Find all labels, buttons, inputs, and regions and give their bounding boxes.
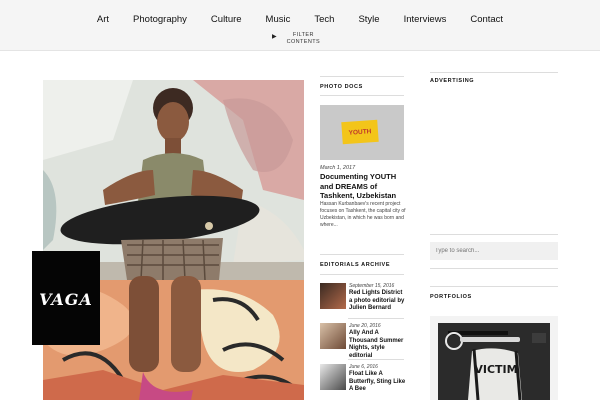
editorial-list-item[interactable]: June 20, 2016 Ally And A Thousand Summer… — [320, 323, 407, 360]
editorial-title[interactable]: Ally And A Thousand Summer Nights, style… — [349, 330, 407, 360]
divider — [320, 95, 404, 96]
youth-sign: YOUTH — [341, 119, 379, 145]
divider — [430, 72, 558, 73]
photo-docs-heading: PHOTO DOCS — [320, 84, 363, 90]
nav-item-culture[interactable]: Culture — [199, 14, 254, 25]
nav-item-music[interactable]: Music — [254, 14, 303, 25]
svg-text:VAGA: VAGA — [39, 290, 93, 309]
vaga-logo[interactable]: VAGA — [32, 251, 100, 345]
main-menu: Art Photography Culture Music Tech Style… — [0, 14, 600, 25]
nav-item-tech[interactable]: Tech — [302, 14, 346, 25]
nav-item-art[interactable]: Art — [85, 14, 121, 25]
boy-with-skateboard-photo — [43, 80, 304, 400]
editorials-archive-heading: EDITORIALS ARCHIVE — [320, 262, 391, 268]
editorial-date: June 6, 2016 — [349, 364, 378, 370]
divider — [348, 318, 404, 319]
advertising-heading: ADVERTISING — [430, 78, 475, 84]
divider — [430, 234, 558, 235]
divider — [430, 268, 558, 269]
editorial-date: June 20, 2016 — [349, 323, 381, 329]
portfolio-image[interactable]: VICTIM — [438, 323, 550, 400]
portfolio-artwork: VICTIM — [438, 323, 550, 400]
nav-item-interviews[interactable]: Interviews — [392, 14, 459, 25]
photo-docs-thumbnail[interactable]: YOUTH — [320, 105, 404, 160]
nav-item-contact[interactable]: Contact — [458, 14, 515, 25]
editorial-title[interactable]: Red Lights District a photo editorial by… — [349, 290, 407, 313]
divider — [348, 359, 404, 360]
play-triangle-icon: ▶ — [272, 34, 277, 40]
divider — [320, 254, 404, 255]
nav-item-style[interactable]: Style — [346, 14, 391, 25]
nav-item-photography[interactable]: Photography — [121, 14, 199, 25]
editorial-thumbnail — [320, 323, 346, 349]
filter-contents-toggle[interactable]: ▶ FILTER CONTENTS — [272, 32, 320, 45]
victim-text: VICTIM — [474, 363, 517, 376]
editorial-title[interactable]: Float Like A Butterfly, Sting Like A Bee — [349, 371, 407, 394]
editorial-thumbnail — [320, 283, 346, 309]
filter-contents-label: FILTER CONTENTS — [287, 32, 320, 45]
divider — [320, 274, 404, 275]
featured-article-image[interactable] — [43, 80, 304, 400]
photo-docs-date: March 1, 2017 — [320, 165, 356, 171]
photo-docs-title-link[interactable]: Documenting YOUTH and DREAMS of Tashkent… — [320, 172, 406, 201]
editorial-thumbnail — [320, 364, 346, 390]
search-input[interactable] — [430, 242, 558, 260]
photo-docs-excerpt: Hassan Kurbanbaev's recent project focus… — [320, 201, 406, 228]
top-navigation-bar: Art Photography Culture Music Tech Style… — [0, 0, 600, 51]
vaga-logo-lettering: VAGA — [39, 290, 93, 309]
portfolios-heading: PORTFOLIOS — [430, 294, 472, 300]
divider — [430, 286, 558, 287]
filter-label-line2: CONTENTS — [286, 38, 321, 45]
divider — [320, 76, 404, 77]
editorial-date: September 15, 2016 — [349, 283, 395, 289]
editorial-list-item[interactable]: September 15, 2016 Red Lights District a… — [320, 283, 406, 317]
editorial-list-item[interactable]: June 6, 2016 Float Like A Butterfly, Sti… — [320, 364, 406, 398]
